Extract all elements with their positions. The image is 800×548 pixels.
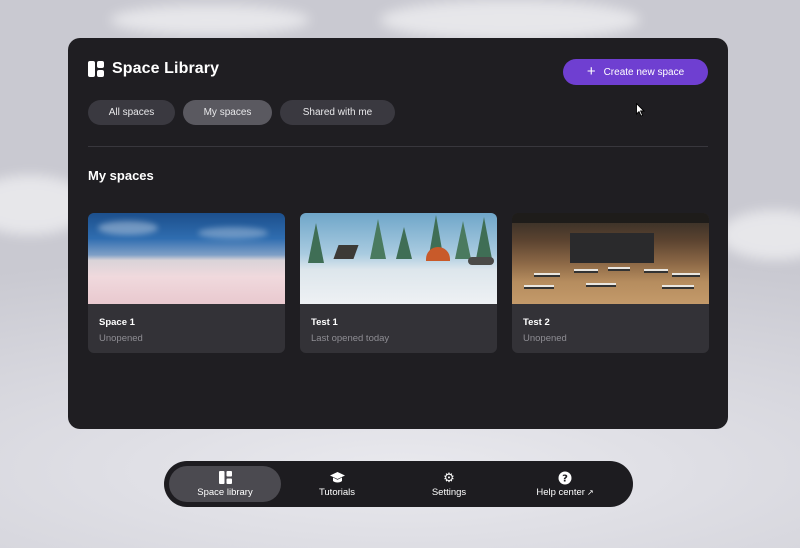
tab-all-spaces[interactable]: All spaces	[88, 100, 175, 125]
space-thumbnail	[300, 213, 497, 304]
cloud-decoration	[720, 210, 800, 260]
space-library-icon	[218, 470, 232, 485]
space-thumbnail	[512, 213, 709, 304]
nav-label: Settings	[431, 486, 467, 498]
nav-settings[interactable]: ⚙ Settings	[393, 466, 505, 502]
nav-tutorials[interactable]: Tutorials	[281, 466, 393, 502]
nav-help-center[interactable]: ? Help center ↗	[509, 466, 621, 502]
section-title: My spaces	[88, 168, 154, 183]
space-name: Space 1	[99, 317, 135, 328]
cloud-decoration	[380, 0, 640, 40]
tab-my-spaces[interactable]: My spaces	[183, 100, 272, 125]
create-new-space-label: Create new space	[603, 66, 685, 78]
nav-label: Tutorials	[318, 486, 356, 498]
bottom-navigation: Space library Tutorials ⚙ Settings ? Hel…	[164, 461, 633, 507]
external-link-icon: ↗	[586, 487, 594, 497]
panel-header: Space Library	[88, 60, 219, 78]
space-cards: Space 1 Unopened Test 1 Last opened toda…	[88, 213, 709, 353]
space-library-panel: Space Library + Create new space All spa…	[68, 38, 728, 429]
plus-icon: +	[586, 63, 596, 80]
filter-tabs: All spaces My spaces Shared with me	[88, 100, 395, 125]
help-icon: ?	[558, 471, 572, 485]
svg-text:?: ?	[562, 473, 568, 484]
space-card[interactable]: Test 1 Last opened today	[300, 213, 497, 353]
space-status: Unopened	[523, 333, 567, 344]
nav-label: Space library	[197, 486, 253, 498]
space-card[interactable]: Space 1 Unopened	[88, 213, 285, 353]
tab-shared-with-me[interactable]: Shared with me	[280, 100, 395, 125]
space-thumbnail	[88, 213, 285, 304]
nav-space-library[interactable]: Space library	[169, 466, 281, 502]
page-title: Space Library	[112, 60, 220, 77]
space-status: Last opened today	[311, 333, 390, 344]
nav-label: Help center	[536, 486, 585, 498]
space-name: Test 1	[311, 317, 338, 328]
divider	[88, 146, 708, 147]
space-status: Unopened	[99, 333, 143, 344]
create-new-space-button[interactable]: + Create new space	[563, 59, 708, 85]
space-library-icon	[88, 61, 104, 77]
graduation-cap-icon	[329, 471, 345, 485]
mouse-cursor-icon	[636, 103, 645, 117]
space-card[interactable]: Test 2 Unopened	[512, 213, 709, 353]
space-name: Test 2	[523, 317, 550, 328]
gear-icon: ⚙	[443, 469, 455, 485]
cloud-decoration	[110, 5, 310, 35]
